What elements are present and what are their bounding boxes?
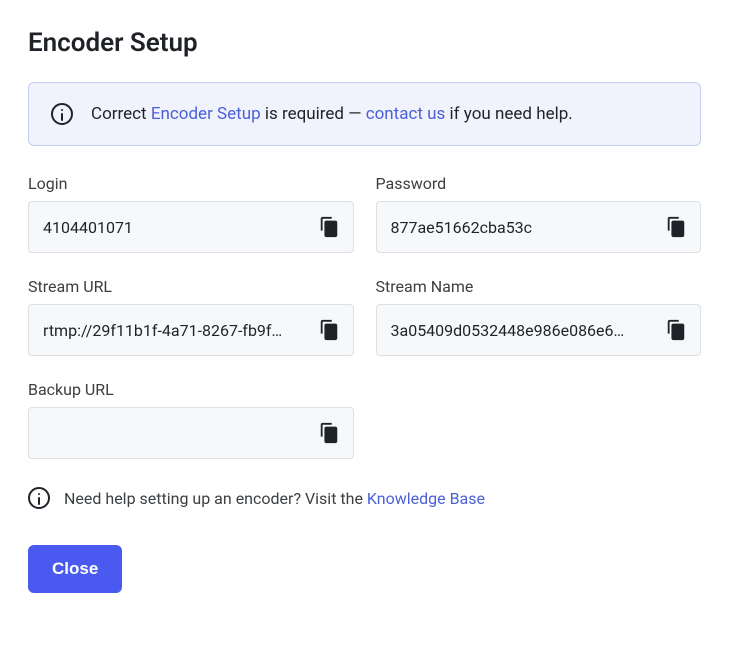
banner-text-mid: is required — [261,104,366,124]
copy-icon [665,216,687,238]
login-field: Login 4104401071 [28,174,354,253]
backup-url-field: Backup URL [28,380,354,459]
stream-name-box: 3a05409d0532448e986e086e6… [376,304,702,356]
password-field: Password 877ae51662cba53c [376,174,702,253]
info-icon [28,487,50,509]
login-box: 4104401071 [28,201,354,253]
help-text: Need help setting up an encoder? Visit t… [64,489,367,508]
help-row: Need help setting up an encoder? Visit t… [28,487,701,509]
backup-url-label: Backup URL [28,380,354,399]
fields-grid: Login 4104401071 Password 877ae51662cba5… [28,174,701,459]
copy-login-button[interactable] [315,213,343,241]
backup-url-box [28,407,354,459]
password-box: 877ae51662cba53c [376,201,702,253]
password-value: 877ae51662cba53c [391,218,655,237]
stream-name-field: Stream Name 3a05409d0532448e986e086e6… [376,277,702,356]
contact-us-link[interactable]: contact us [366,104,446,124]
copy-icon [318,422,340,444]
password-label: Password [376,174,702,193]
copy-backup-url-button[interactable] [315,419,343,447]
copy-password-button[interactable] [662,213,690,241]
copy-stream-url-button[interactable] [315,316,343,344]
info-banner: Correct Encoder Setup is required — cont… [28,82,701,146]
banner-text: Correct Encoder Setup is required — cont… [91,104,573,124]
help-text-wrapper: Need help setting up an encoder? Visit t… [64,489,485,508]
stream-url-box: rtmp://29f11b1f-4a71-8267-fb9f… [28,304,354,356]
encoder-setup-link[interactable]: Encoder Setup [151,104,261,124]
stream-name-label: Stream Name [376,277,702,296]
close-button[interactable]: Close [28,545,122,593]
login-label: Login [28,174,354,193]
stream-url-label: Stream URL [28,277,354,296]
copy-icon [665,319,687,341]
stream-name-value: 3a05409d0532448e986e086e6… [391,321,655,340]
banner-text-post: if you need help. [445,104,572,124]
copy-icon [318,319,340,341]
info-icon [51,103,73,125]
stream-url-value: rtmp://29f11b1f-4a71-8267-fb9f… [43,321,307,340]
knowledge-base-link[interactable]: Knowledge Base [367,489,485,508]
copy-icon [318,216,340,238]
banner-text-pre: Correct [91,104,151,124]
stream-url-field: Stream URL rtmp://29f11b1f-4a71-8267-fb9… [28,277,354,356]
page-title: Encoder Setup [28,28,701,58]
copy-stream-name-button[interactable] [662,316,690,344]
login-value: 4104401071 [43,218,307,237]
